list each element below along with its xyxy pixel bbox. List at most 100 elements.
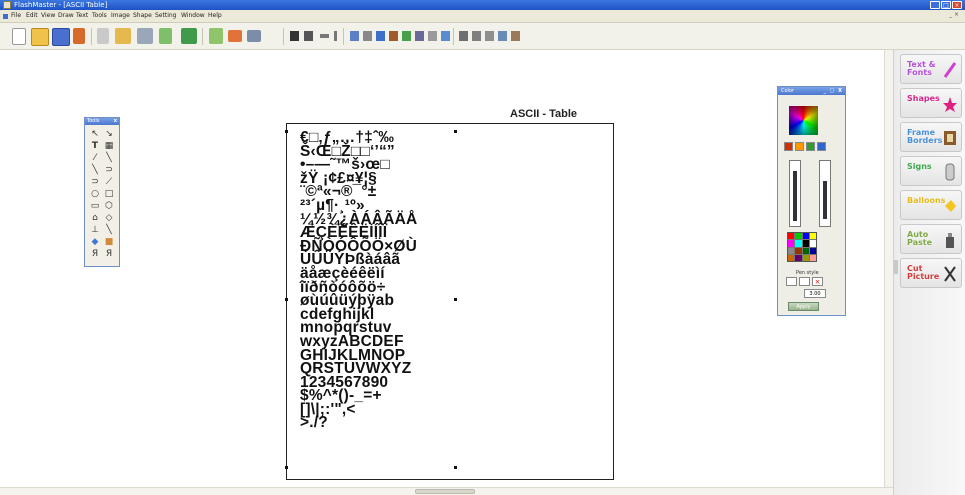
palette-swatch[interactable] [809, 233, 816, 240]
polygon-tool-icon[interactable]: ⬡ [103, 200, 115, 212]
color-palette[interactable] [787, 232, 817, 262]
color-panel-header[interactable]: Color _ □ X [778, 87, 845, 95]
stamp-tool-icon[interactable]: ◆ [89, 236, 101, 248]
fill-tool-icon[interactable]: ◇ [103, 212, 115, 224]
pen-solid-option[interactable] [786, 277, 797, 286]
zoom-tool-icon[interactable]: Я [103, 248, 115, 260]
flip-v-icon[interactable] [334, 31, 337, 41]
polyline-tool-icon[interactable]: ⟋ [103, 176, 115, 188]
selection-handle[interactable] [454, 466, 457, 469]
selection-handle[interactable] [285, 298, 288, 301]
palette-swatch[interactable] [788, 240, 795, 247]
text-tool-icon[interactable]: T [89, 140, 101, 152]
sidebar-item-balloons[interactable]: Balloons [900, 190, 962, 220]
save-icon[interactable] [52, 28, 70, 46]
minimize-button[interactable]: _ [930, 1, 940, 9]
transform-icon[interactable] [415, 31, 424, 41]
horizontal-scroll-thumb[interactable] [415, 489, 475, 494]
selection-handle[interactable] [285, 130, 288, 133]
palette-swatch[interactable] [809, 240, 816, 247]
close-button[interactable]: × [952, 1, 962, 9]
palette-swatch[interactable] [795, 233, 802, 240]
tools-panel-close[interactable]: x [114, 118, 117, 125]
mdi-controls[interactable]: _ × [949, 11, 959, 18]
menu-shape[interactable]: Shape [133, 11, 152, 21]
brush-icon[interactable] [389, 31, 398, 41]
subselect-tool-icon[interactable]: ↘ [103, 128, 115, 140]
align-icon[interactable] [350, 31, 359, 41]
arc-tool-icon[interactable]: ⊃ [89, 176, 101, 188]
menu-tools[interactable]: Tools [92, 11, 107, 21]
ungroup-icon[interactable] [459, 31, 468, 41]
eyedropper-tool-icon[interactable]: ⊥ [89, 224, 101, 236]
line-color-slider[interactable] [819, 160, 831, 227]
freehand-tool-icon[interactable]: ⊃ [103, 164, 115, 176]
menu-help[interactable]: Help [208, 11, 222, 21]
swatch[interactable] [817, 142, 826, 151]
image-icon[interactable] [209, 28, 223, 44]
palette-swatch[interactable] [802, 254, 809, 261]
layer-icon[interactable] [485, 31, 494, 41]
menu-image[interactable]: Image [111, 11, 130, 21]
swatch[interactable] [784, 142, 793, 151]
palette-swatch[interactable] [795, 254, 802, 261]
color-wheel[interactable] [789, 106, 818, 135]
pen-icon[interactable] [376, 31, 385, 41]
fill-icon[interactable] [402, 31, 411, 41]
palette-swatch[interactable] [809, 254, 816, 261]
ascii-text[interactable]: €□‚ƒ„…†‡ˆ‰ Š‹Œ□Ž□□‘’“” •–—˜™š›œ□ žŸ ¡¢£¤¥¦§… [300, 130, 500, 431]
order-icon[interactable] [472, 31, 481, 41]
sidebar-item-signs[interactable]: Signs [900, 156, 962, 186]
rectangle-tool-icon[interactable]: □ [103, 188, 115, 200]
selection-handle[interactable] [454, 298, 457, 301]
curve-tool-icon[interactable]: ╲ [89, 164, 101, 176]
vertical-scrollbar[interactable] [884, 50, 893, 487]
open-icon[interactable] [31, 28, 49, 46]
swatch[interactable] [795, 142, 804, 151]
palette-swatch[interactable] [802, 247, 809, 254]
hand-tool-icon[interactable]: Я [89, 248, 101, 260]
star-tool-icon[interactable]: ⌂ [89, 212, 101, 224]
pencil-tool-icon[interactable]: ╲ [103, 152, 115, 164]
doc-menu-icon[interactable] [3, 14, 8, 19]
flip-h-icon[interactable] [320, 34, 329, 38]
ellipse-tool-icon[interactable]: ○ [89, 188, 101, 200]
menu-edit[interactable]: Edit [26, 11, 38, 21]
menu-setting[interactable]: Setting [155, 11, 176, 21]
sidebar-item-text-fonts[interactable]: Text & Fonts [900, 54, 962, 84]
menu-draw[interactable]: Draw [58, 11, 74, 21]
pen-dash-option[interactable] [799, 277, 810, 286]
image-tool-icon[interactable]: ▦ [103, 140, 115, 152]
eraser-tool-icon[interactable]: ■ [103, 236, 115, 248]
pointer-icon[interactable] [290, 31, 299, 41]
palette-swatch[interactable] [788, 254, 795, 261]
selection-handle[interactable] [285, 466, 288, 469]
pen-x-option[interactable]: × [812, 277, 823, 286]
palette-swatch[interactable] [802, 233, 809, 240]
palette-swatch[interactable] [788, 247, 795, 254]
tools-panel-header[interactable]: Tools x [85, 118, 119, 125]
menu-file[interactable]: File [11, 11, 21, 21]
book-icon[interactable] [181, 28, 197, 44]
selection-handle[interactable] [454, 130, 457, 133]
sidebar-item-auto-paste[interactable]: Auto Paste [900, 224, 962, 254]
cut-icon[interactable] [97, 28, 109, 44]
palette-swatch[interactable] [795, 247, 802, 254]
palette-swatch[interactable] [809, 247, 816, 254]
fill-color-slider[interactable] [789, 160, 801, 227]
sidebar-collapse-handle[interactable] [894, 260, 898, 274]
swatch[interactable] [806, 142, 815, 151]
redo-icon[interactable] [247, 30, 261, 42]
arrange-icon[interactable] [498, 31, 507, 41]
zoom-icon[interactable] [428, 31, 437, 41]
palette-swatch[interactable] [795, 240, 802, 247]
sidebar-item-frame-borders[interactable]: Frame Borders [900, 122, 962, 152]
rounded-rect-tool-icon[interactable]: ▭ [89, 200, 101, 212]
menu-view[interactable]: View [41, 11, 55, 21]
sidebar-item-shapes[interactable]: Shapes [900, 88, 962, 118]
undo-arrow-icon[interactable] [73, 28, 85, 44]
properties-icon[interactable] [511, 31, 520, 41]
move-icon[interactable] [363, 31, 372, 41]
arrow-tool-icon[interactable]: ↖ [89, 128, 101, 140]
pen-apply-button[interactable]: Apply [788, 302, 819, 311]
